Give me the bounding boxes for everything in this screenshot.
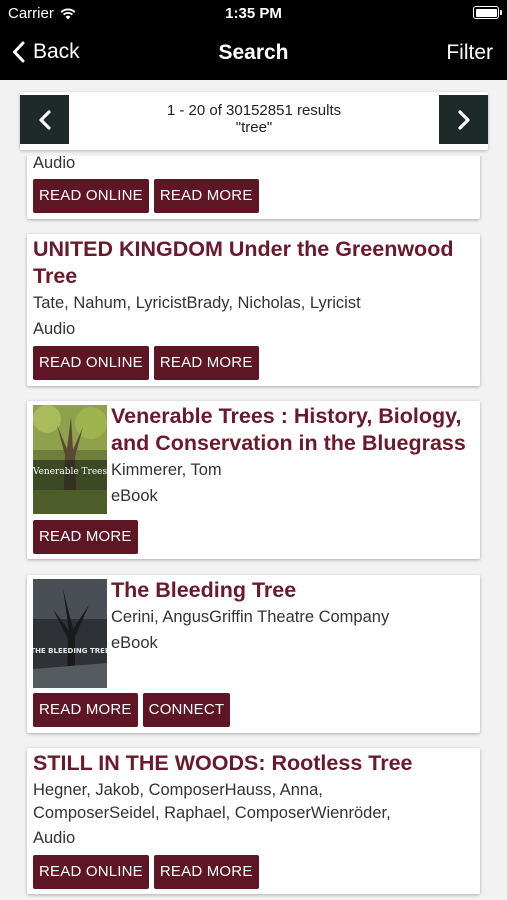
result-actions: READ ONLINE READ MORE [33, 346, 259, 380]
book-cover: THE BLEEDING TREE [33, 579, 107, 688]
result-author: Kimmerer, Tom [111, 461, 222, 479]
result-card[interactable]: STILL IN THE WOODS: Rootless Tree Hegner… [27, 748, 480, 894]
read-more-button[interactable]: READ MORE [153, 179, 259, 213]
result-format: Audio [33, 156, 76, 172]
clock: 1:35 PM [225, 5, 282, 22]
result-format: eBook [111, 634, 158, 652]
battery-icon [473, 6, 502, 19]
result-card[interactable]: Venerable Trees Venerable Trees : Histor… [27, 401, 480, 559]
result-author-cont: ComposerSeidel, Raphael, ComposerWienröd… [33, 804, 391, 822]
result-card[interactable]: THE BLEEDING TREE The Bleeding Tree Ceri… [27, 575, 480, 733]
result-author: Hegner, Jakob, ComposerHauss, Anna, [33, 781, 323, 799]
result-format: eBook [111, 487, 158, 505]
results-pager: 1 - 20 of 30152851 results "tree" [20, 92, 488, 150]
read-more-button[interactable]: READ MORE [33, 693, 138, 727]
back-button[interactable]: Back [12, 40, 80, 64]
result-card: Audio READ ONLINE READ MORE [27, 156, 480, 219]
result-title[interactable]: UNITED KINGDOM Under the Greenwood Tree [33, 236, 472, 290]
results-info: 1 - 20 of 30152851 results "tree" [75, 102, 433, 136]
result-card[interactable]: UNITED KINGDOM Under the Greenwood Tree … [27, 234, 480, 386]
result-actions: READ ONLINE READ MORE [33, 179, 259, 213]
results-range: 1 - 20 of 30152851 results [166, 102, 342, 119]
cover-title: THE BLEEDING TREE [33, 647, 107, 655]
result-actions: READ MORE [33, 520, 138, 554]
navigation-bar: Back Search Filter [0, 28, 507, 80]
result-author: Tate, Nahum, LyricistBrady, Nicholas, Ly… [33, 294, 361, 312]
read-more-button[interactable]: READ MORE [33, 520, 138, 554]
book-cover: Venerable Trees [33, 405, 107, 514]
chevron-left-icon [13, 41, 25, 63]
read-online-button[interactable]: READ ONLINE [33, 346, 149, 380]
back-label: Back [33, 40, 80, 63]
result-title[interactable]: Venerable Trees : History, Biology, and … [111, 403, 472, 457]
previous-page-button[interactable] [20, 95, 69, 144]
status-bar: Carrier 1:35 PM [0, 0, 507, 28]
result-actions: READ ONLINE READ MORE [33, 855, 259, 889]
result-title[interactable]: STILL IN THE WOODS: Rootless Tree [33, 750, 472, 777]
result-title[interactable]: The Bleeding Tree [111, 577, 472, 604]
result-format: Audio [33, 320, 76, 338]
result-actions: READ MORE CONNECT [33, 693, 231, 727]
filter-button[interactable]: Filter [446, 41, 493, 65]
read-online-button[interactable]: READ ONLINE [33, 179, 149, 213]
result-format: Audio [33, 829, 76, 847]
next-page-button[interactable] [439, 95, 488, 144]
results-list[interactable]: Audio READ ONLINE READ MORE UNITED KINGD… [0, 156, 507, 900]
read-more-button[interactable]: READ MORE [153, 855, 259, 889]
chevron-right-icon [457, 109, 470, 130]
result-author: Cerini, AngusGriffin Theatre Company [111, 608, 390, 626]
search-query: "tree" [235, 119, 273, 136]
cover-title: Venerable Trees [33, 467, 107, 477]
connect-button[interactable]: CONNECT [142, 693, 231, 727]
chevron-left-icon [38, 109, 51, 130]
read-more-button[interactable]: READ MORE [153, 346, 259, 380]
read-online-button[interactable]: READ ONLINE [33, 855, 149, 889]
